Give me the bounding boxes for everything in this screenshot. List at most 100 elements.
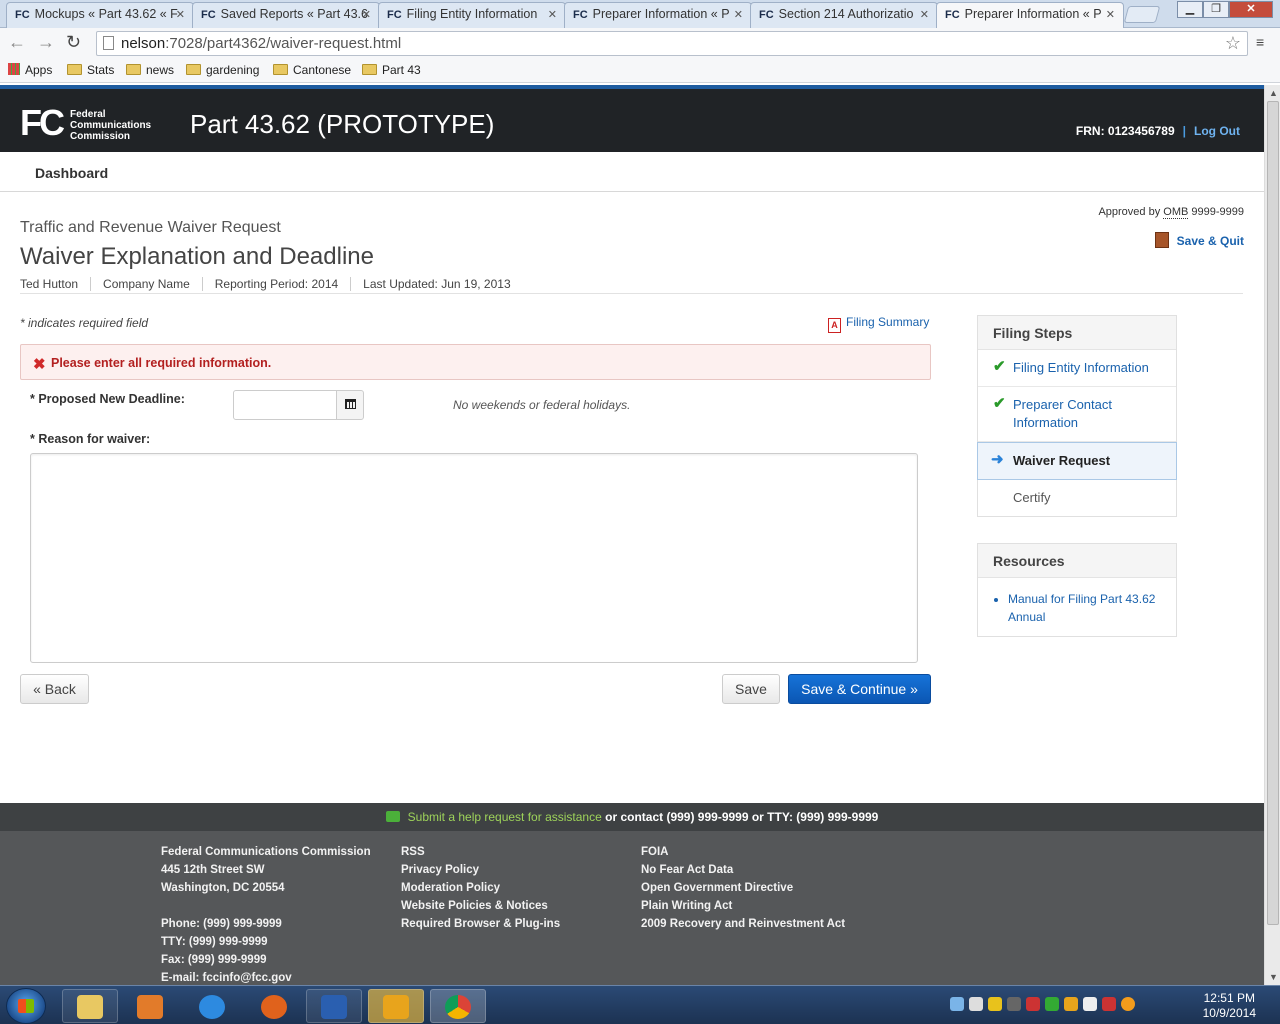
filing-summary-label: Filing Summary bbox=[846, 315, 930, 329]
bookmark-apps[interactable]: Apps bbox=[8, 63, 52, 77]
close-tab-icon[interactable]: ✕ bbox=[1106, 8, 1115, 21]
help-request-link[interactable]: Submit a help request for assistance bbox=[408, 810, 602, 824]
reload-icon[interactable]: ↻ bbox=[66, 32, 81, 53]
system-clock[interactable]: 12:51 PM 10/9/2014 bbox=[1203, 991, 1256, 1021]
footer-link[interactable]: No Fear Act Data bbox=[641, 861, 845, 879]
explorer-taskbar-icon[interactable] bbox=[62, 989, 118, 1023]
close-tab-icon[interactable]: ✕ bbox=[734, 8, 743, 21]
footer-email[interactable]: E-mail: fccinfo@fcc.gov bbox=[161, 969, 371, 985]
step-preparer-contact[interactable]: ✔ Preparer Contact Information bbox=[978, 387, 1176, 442]
media-player-taskbar-icon[interactable] bbox=[122, 989, 178, 1023]
bookmark-star-icon[interactable]: ☆ bbox=[1225, 33, 1241, 54]
page-supertitle: Traffic and Revenue Waiver Request bbox=[20, 219, 281, 236]
resource-manual-link[interactable]: Manual for Filing Part 43.62 Annual bbox=[1008, 590, 1161, 626]
browser-tab[interactable]: FC Section 214 Authorizatio ✕ bbox=[750, 2, 938, 28]
step-certify[interactable]: Certify bbox=[978, 480, 1176, 516]
scroll-thumb[interactable] bbox=[1267, 101, 1279, 925]
menu-icon[interactable]: ≡ bbox=[1256, 34, 1264, 50]
step-label: Preparer Contact Information bbox=[1013, 397, 1112, 430]
footer-link[interactable]: Required Browser & Plug-ins bbox=[401, 915, 560, 933]
filing-summary-link[interactable]: A Filing Summary bbox=[828, 315, 929, 333]
vmware-icon[interactable] bbox=[1007, 997, 1021, 1011]
close-tab-icon[interactable]: ✕ bbox=[548, 8, 557, 21]
page-scrollbar[interactable]: ▲ ▼ bbox=[1264, 85, 1280, 985]
omb-number: 9999-9999 bbox=[1191, 206, 1244, 218]
forward-arrow-icon[interactable]: → bbox=[37, 32, 55, 53]
update-icon[interactable] bbox=[1121, 997, 1135, 1011]
save-button[interactable]: Save bbox=[722, 674, 780, 704]
bookmark-folder[interactable]: news bbox=[126, 63, 174, 77]
volume-icon[interactable] bbox=[969, 997, 983, 1011]
ie-taskbar-icon[interactable] bbox=[184, 989, 240, 1023]
browser-tab[interactable]: FC Filing Entity Information ✕ bbox=[378, 2, 566, 28]
preparer-name: Ted Hutton bbox=[20, 277, 79, 291]
step-label: Certify bbox=[1013, 490, 1051, 505]
fcc-logo-mark: FC bbox=[20, 102, 65, 143]
footer-link[interactable]: Open Government Directive bbox=[641, 879, 845, 897]
outlook-tray-icon[interactable] bbox=[1064, 997, 1078, 1011]
folder-icon bbox=[126, 64, 141, 75]
restore-window-icon[interactable]: ❐ bbox=[1203, 1, 1229, 18]
start-button[interactable] bbox=[6, 988, 46, 1024]
footer-link[interactable]: Plain Writing Act bbox=[641, 897, 845, 915]
mail-icon[interactable] bbox=[1083, 997, 1097, 1011]
divider bbox=[20, 293, 1243, 294]
address-bar[interactable]: nelson:7028/part4362/waiver-request.html… bbox=[96, 31, 1248, 56]
help-bar: Submit a help request for assistance or … bbox=[0, 803, 1264, 831]
step-waiver-request[interactable]: ➜ Waiver Request bbox=[977, 442, 1177, 480]
footer-address: 445 12th Street SW bbox=[161, 864, 265, 876]
network-icon[interactable] bbox=[1102, 997, 1116, 1011]
minimize-window-icon[interactable]: ▁ bbox=[1177, 1, 1203, 18]
browser-tab[interactable]: FC Preparer Information « P ✕ bbox=[564, 2, 752, 28]
step-filing-entity[interactable]: ✔ Filing Entity Information bbox=[978, 350, 1176, 387]
save-continue-button[interactable]: Save & Continue » bbox=[788, 674, 931, 704]
browser-tab[interactable]: FC Saved Reports « Part 43.6 ✕ bbox=[192, 2, 380, 28]
logout-link[interactable]: Log Out bbox=[1194, 124, 1240, 138]
footer-link[interactable]: 2009 Recovery and Reinvestment Act bbox=[641, 915, 845, 933]
company-name: Company Name bbox=[90, 277, 202, 291]
chrome-icon bbox=[445, 995, 471, 1019]
save-quit-link[interactable]: Save & Quit bbox=[1154, 232, 1244, 248]
firefox-taskbar-icon[interactable] bbox=[246, 989, 302, 1023]
bookmark-folder[interactable]: Stats bbox=[67, 63, 114, 77]
chrome-taskbar-icon[interactable] bbox=[430, 989, 486, 1023]
footer-link[interactable]: Privacy Policy bbox=[401, 861, 560, 879]
deadline-input[interactable] bbox=[233, 390, 337, 420]
close-tab-icon[interactable]: ✕ bbox=[176, 8, 185, 21]
footer-link[interactable]: RSS bbox=[401, 843, 560, 861]
security-shield-icon[interactable] bbox=[1026, 997, 1040, 1011]
fcc-logo[interactable]: FC Federal Communications Commission bbox=[20, 102, 151, 143]
dropbox-icon[interactable] bbox=[950, 997, 964, 1011]
scroll-down-icon[interactable]: ▼ bbox=[1269, 972, 1278, 982]
close-tab-icon[interactable]: ✕ bbox=[362, 8, 371, 21]
app-title: Part 43.62 (PROTOTYPE) bbox=[190, 109, 495, 139]
footer-link[interactable]: Moderation Policy bbox=[401, 879, 560, 897]
bookmark-folder[interactable]: Part 43 bbox=[362, 63, 421, 77]
reason-textarea[interactable] bbox=[30, 453, 918, 663]
account-info: FRN: 0123456789 | Log Out bbox=[1076, 124, 1240, 138]
calendar-button[interactable] bbox=[336, 390, 364, 420]
back-arrow-icon[interactable]: ← bbox=[8, 32, 26, 53]
bookmark-folder[interactable]: Cantonese bbox=[273, 63, 351, 77]
scroll-up-icon[interactable]: ▲ bbox=[1269, 88, 1278, 98]
close-tab-icon[interactable]: ✕ bbox=[920, 8, 929, 21]
browser-tab[interactable]: FC Mockups « Part 43.62 « F ✕ bbox=[6, 2, 194, 28]
footer-link[interactable]: Website Policies & Notices bbox=[401, 897, 560, 915]
omb-approval: Approved by OMB 9999-9999 bbox=[1098, 206, 1244, 219]
back-button[interactable]: « Back bbox=[20, 674, 89, 704]
norton-icon[interactable] bbox=[988, 997, 1002, 1011]
check-icon[interactable] bbox=[1045, 997, 1059, 1011]
outlook-taskbar-icon[interactable] bbox=[368, 989, 424, 1023]
nav-dashboard[interactable]: Dashboard bbox=[35, 165, 108, 181]
browser-tab-active[interactable]: FC Preparer Information « P ✕ bbox=[936, 2, 1124, 29]
word-taskbar-icon[interactable] bbox=[306, 989, 362, 1023]
bookmark-label: Cantonese bbox=[293, 63, 352, 77]
folder-icon bbox=[186, 64, 201, 75]
bookmark-folder[interactable]: gardening bbox=[186, 63, 259, 77]
folder-icon bbox=[362, 64, 377, 75]
footer-link[interactable]: FOIA bbox=[641, 843, 845, 861]
checkmark-icon: ✔ bbox=[993, 358, 1006, 375]
close-window-icon[interactable]: ✕ bbox=[1229, 1, 1273, 18]
new-tab-button[interactable] bbox=[1123, 6, 1161, 23]
